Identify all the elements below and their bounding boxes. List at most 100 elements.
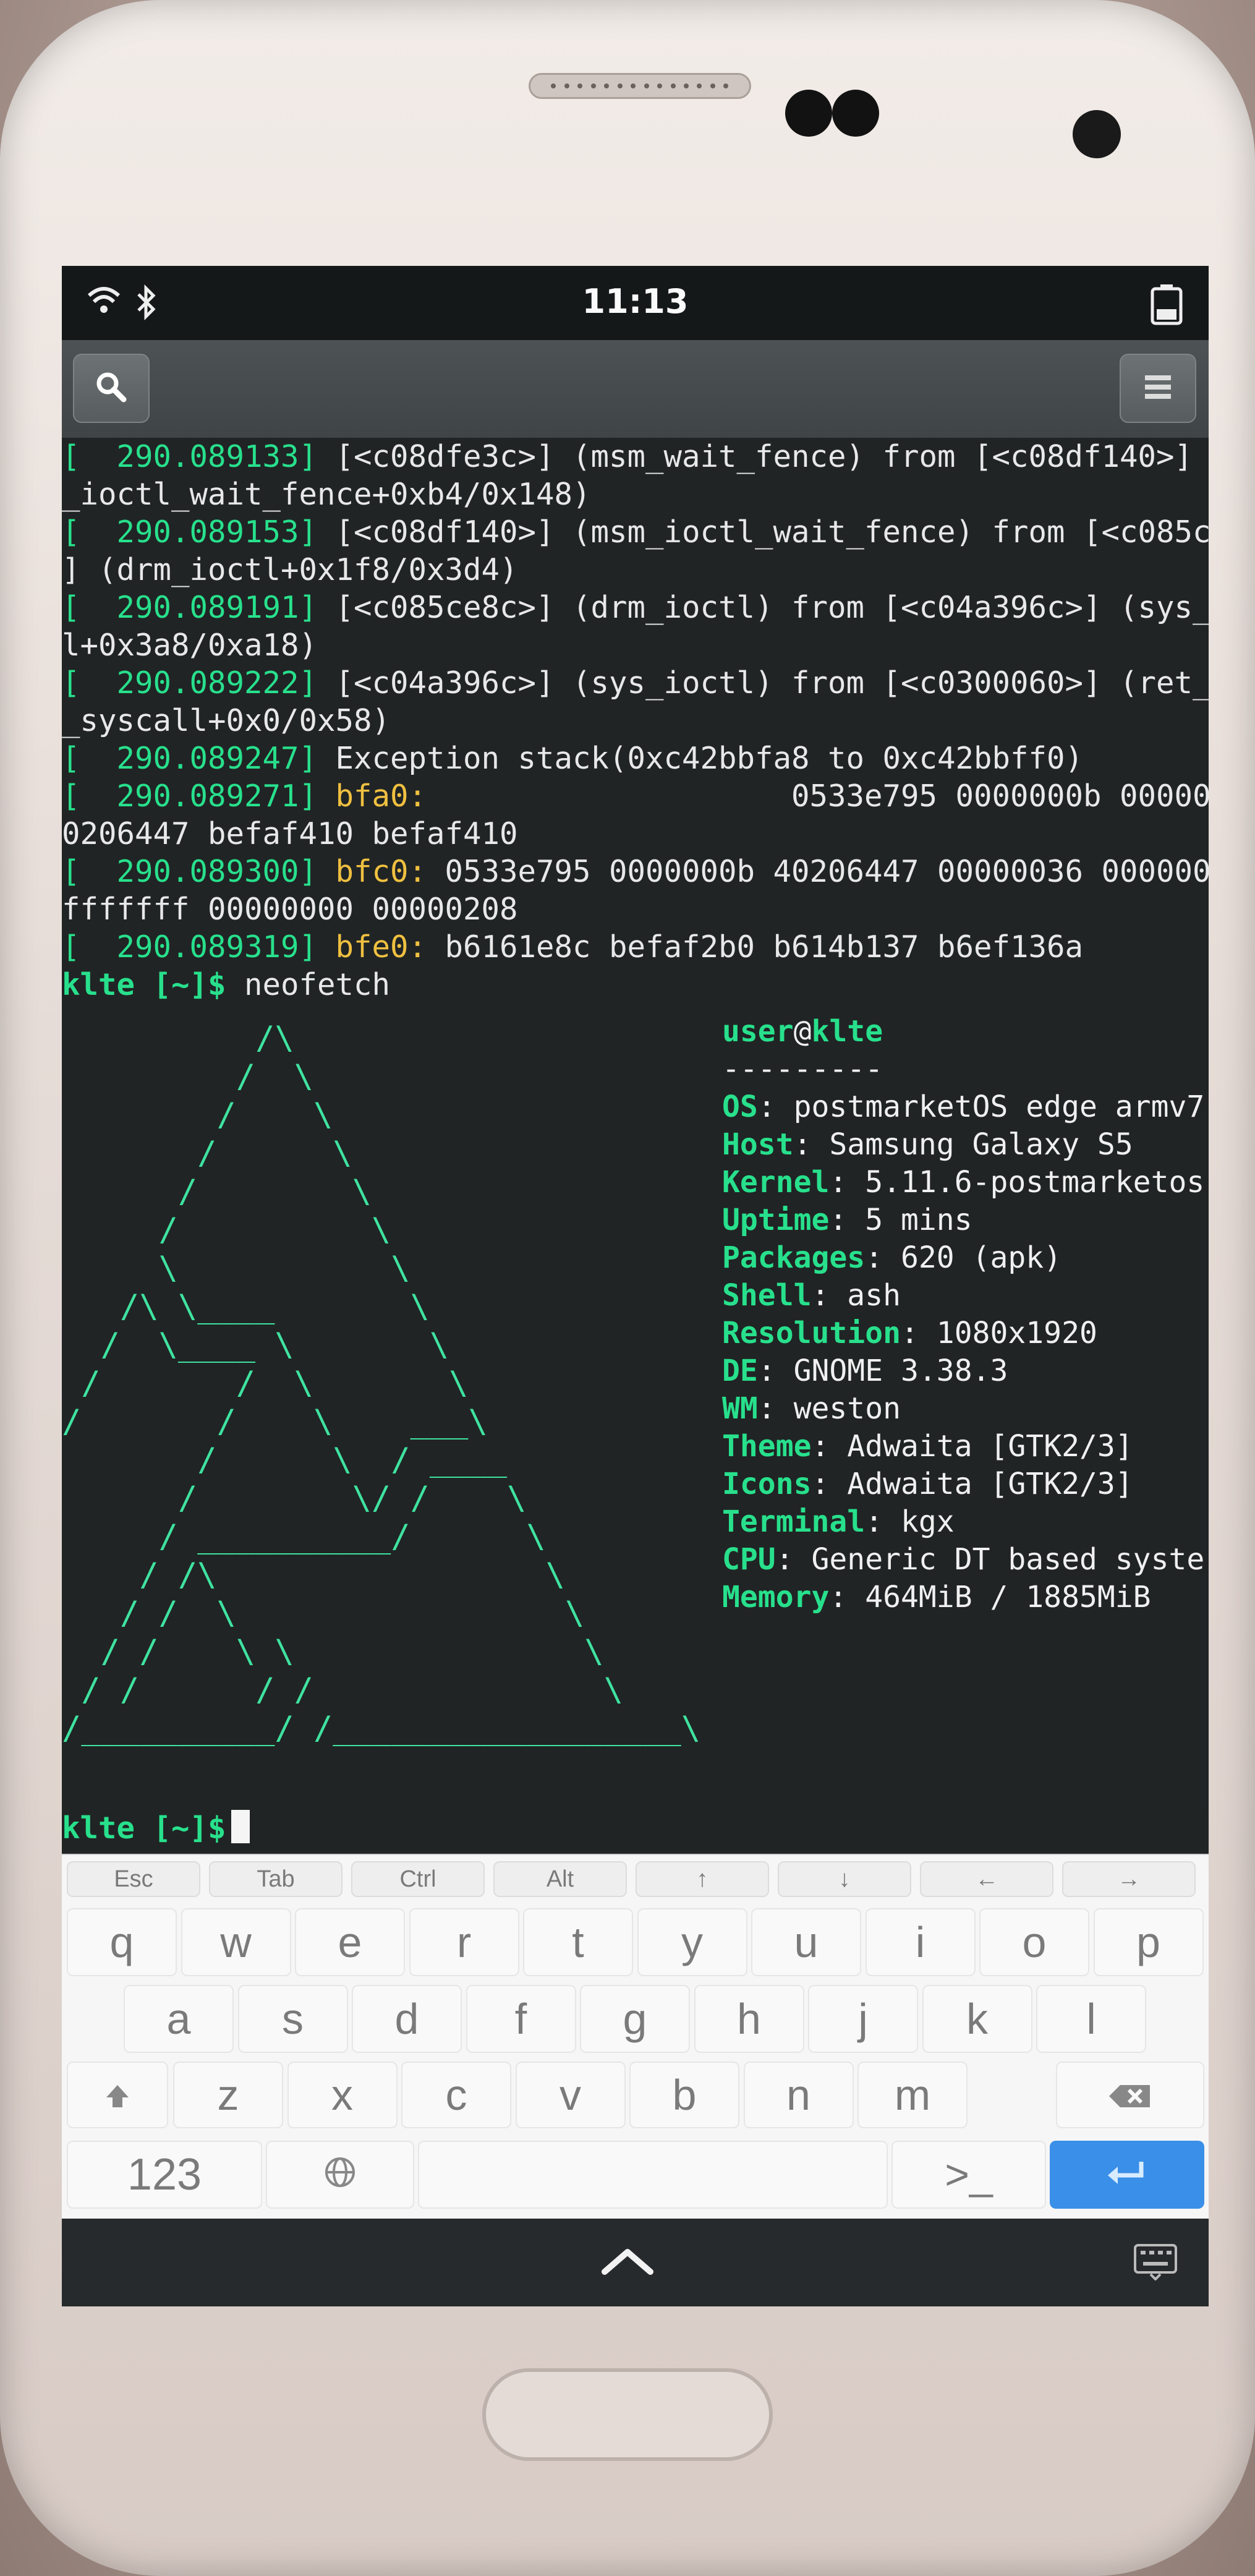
- info-value: Generic DT based syste: [793, 1542, 1205, 1577]
- key-j[interactable]: j: [808, 1985, 918, 2053]
- info-row-terminal: Terminal: kgx: [722, 1503, 955, 1541]
- key-g[interactable]: g: [580, 1985, 690, 2053]
- info-key: Kernel: [722, 1165, 830, 1200]
- key-w[interactable]: w: [181, 1908, 291, 1976]
- key-b[interactable]: b: [629, 2062, 739, 2128]
- info-value: 1080x1920: [918, 1316, 1097, 1350]
- backspace-key[interactable]: [1056, 2062, 1204, 2128]
- info-key: DE: [722, 1354, 758, 1388]
- key-v[interactable]: v: [515, 2062, 626, 2128]
- language-key[interactable]: [266, 2141, 414, 2209]
- info-value: weston: [775, 1391, 901, 1426]
- log-text: [<c08dfe3c>] (msm_wait_fence) from [<c08…: [317, 439, 1209, 474]
- key-l[interactable]: l: [1036, 1985, 1146, 2053]
- info-colon: :: [757, 1391, 776, 1426]
- neofetch-output: /\ / \ / \ / \ / \ / \ \ \ /\ \____ \ / …: [62, 1013, 1209, 1747]
- screen: 11:13 [ 290.089133] [<c08dfe3c>] (msm_wa…: [62, 266, 1209, 2306]
- key-o[interactable]: o: [979, 1908, 1089, 1976]
- modifier-key[interactable]: Tab: [209, 1861, 342, 1897]
- info-key: OS: [722, 1090, 758, 1124]
- info-key: Resolution: [722, 1316, 901, 1350]
- info-colon: :: [829, 1203, 848, 1237]
- log-text: 0533e795 0000000b 40206447 00000036 0000…: [427, 854, 1209, 889]
- key-h[interactable]: h: [694, 1985, 804, 2053]
- key-e[interactable]: e: [295, 1908, 405, 1976]
- key-n[interactable]: n: [743, 2062, 854, 2128]
- log-timestamp: [ 290.089300]: [62, 854, 318, 889]
- hamburger-menu-icon: [1142, 373, 1173, 404]
- modifier-key[interactable]: Esc: [67, 1861, 200, 1897]
- key-y[interactable]: y: [637, 1908, 747, 1976]
- postmarketos-ascii-logo: /\ / \ / \ / \ / \ / \ \ \ /\ \____ \ / …: [62, 1020, 701, 1747]
- globe-icon: [323, 2150, 357, 2199]
- info-colon: :: [865, 1240, 883, 1275]
- info-row-kernel: Kernel: 5.11.6-postmarketos: [722, 1164, 1204, 1201]
- log-text: [<c085ce8c>] (drm_ioctl) from [<c04a396c…: [317, 590, 1209, 625]
- key-x[interactable]: x: [287, 2062, 398, 2128]
- info-row-os: OS: postmarketOS edge armv7: [722, 1088, 1204, 1126]
- separator-line: ---------: [722, 1052, 883, 1086]
- log-text: ] (drm_ioctl+0x1f8/0x3d4): [62, 552, 518, 587]
- status-clock: 11:13: [582, 282, 689, 321]
- enter-key[interactable]: [1050, 2141, 1204, 2209]
- front-camera: [1073, 110, 1121, 158]
- key-k[interactable]: k: [922, 1985, 1032, 2053]
- key-a[interactable]: a: [124, 1985, 234, 2053]
- log-text: _syscall+0x0/0x58): [62, 703, 391, 738]
- info-value: Adwaita [GTK2/3]: [829, 1467, 1133, 1501]
- light-sensor: [832, 90, 879, 137]
- info-row-shell: Shell: ash: [722, 1277, 901, 1315]
- log-timestamp: [ 290.089319]: [62, 929, 318, 965]
- numbers-key[interactable]: 123: [67, 2141, 262, 2209]
- modifier-key[interactable]: Ctrl: [351, 1861, 485, 1897]
- command-text: neofetch: [226, 967, 391, 1002]
- chevron-up-icon[interactable]: [600, 2243, 655, 2280]
- terminal-view[interactable]: [ 290.089133] [<c08dfe3c>] (msm_wait_fen…: [62, 438, 1209, 1854]
- log-timestamp: [ 290.089247]: [62, 741, 318, 776]
- key-c[interactable]: c: [401, 2062, 511, 2128]
- key-f[interactable]: f: [466, 1985, 576, 2053]
- key-r[interactable]: r: [409, 1908, 519, 1976]
- log-line: [ 290.089319] bfe0: b6161e8c befaf2b0 b6…: [62, 928, 1083, 966]
- modifier-key[interactable]: ←: [920, 1861, 1053, 1897]
- log-line: fffffff 00000000 00000208: [62, 890, 518, 928]
- key-p[interactable]: p: [1093, 1908, 1204, 1976]
- key-d[interactable]: d: [352, 1985, 462, 2053]
- modifier-key[interactable]: Alt: [493, 1861, 627, 1897]
- modifier-key[interactable]: ↓: [778, 1861, 911, 1897]
- info-row-theme: Theme: Adwaita [GTK2/3]: [722, 1428, 1133, 1465]
- key-s[interactable]: s: [237, 1985, 348, 2053]
- log-address: bfc0:: [317, 854, 427, 889]
- info-key: Terminal: [722, 1504, 866, 1539]
- info-value: 5.11.6-postmarketos: [847, 1165, 1205, 1200]
- earpiece-grill: [529, 73, 751, 99]
- shift-key[interactable]: [67, 2062, 168, 2128]
- home-button[interactable]: [482, 2368, 773, 2461]
- terminal-header-bar: [62, 340, 1209, 440]
- modifier-key[interactable]: →: [1062, 1861, 1196, 1897]
- key-i[interactable]: i: [865, 1908, 976, 1976]
- search-button[interactable]: [73, 354, 150, 423]
- terminal-key[interactable]: >_: [891, 2141, 1046, 2209]
- info-row-cpu: CPU: Generic DT based syste: [722, 1541, 1204, 1579]
- log-timestamp: [ 290.089191]: [62, 590, 318, 625]
- log-text: b6161e8c befaf2b0 b614b137 b6ef136a: [427, 929, 1084, 965]
- key-z[interactable]: z: [173, 2062, 283, 2128]
- info-colon: :: [811, 1278, 830, 1313]
- info-row-packages: Packages: 620 (apk): [722, 1239, 1061, 1277]
- key-q[interactable]: q: [67, 1908, 177, 1976]
- menu-button[interactable]: [1120, 354, 1196, 423]
- key-m[interactable]: m: [857, 2062, 968, 2128]
- log-timestamp: [ 290.089222]: [62, 665, 318, 701]
- prompt-line-2[interactable]: klte [~]$: [62, 1809, 250, 1847]
- info-colon: :: [811, 1467, 830, 1501]
- key-t[interactable]: t: [523, 1908, 633, 1976]
- keyboard-icon[interactable]: [1133, 2243, 1178, 2283]
- modifier-key[interactable]: ↑: [636, 1861, 769, 1897]
- key-u[interactable]: u: [751, 1908, 861, 1976]
- return-icon: [1105, 2158, 1149, 2192]
- log-text: [<c04a396c>] (sys_ioctl) from [<c0300060…: [317, 665, 1209, 701]
- info-value: GNOME 3.38.3: [775, 1354, 1008, 1388]
- on-screen-keyboard: Esc Tab Ctrl Alt ↑ ↓ ← → qwertyuiop asdfghjkl z…: [62, 1854, 1209, 2220]
- space-bar[interactable]: [418, 2141, 888, 2209]
